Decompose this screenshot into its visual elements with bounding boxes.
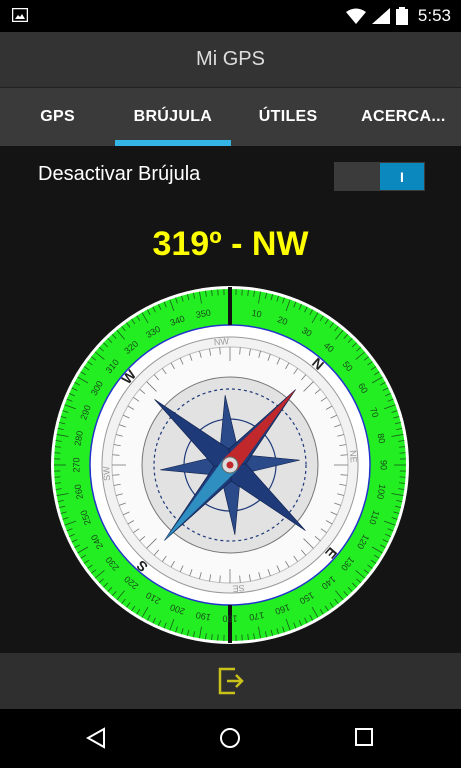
compass-toggle-label: Desactivar Brújula [38,163,201,185]
tab-utiles[interactable]: ÚTILES [231,88,346,146]
status-time: 5:53 [417,6,451,25]
compass-toggle-row: Desactivar Brújula I [0,147,461,205]
intercardinal-label: NE [348,450,359,463]
exit-icon[interactable] [217,666,245,696]
degree-label: 10 [251,308,263,320]
compass-toggle-switch[interactable]: I [334,162,425,191]
toggle-knob[interactable]: I [380,163,424,190]
back-icon[interactable] [85,727,107,749]
image-notification-icon [12,8,28,22]
tab-acerca[interactable]: ACERCA... [346,88,461,146]
degree-label: 180 [222,614,237,624]
tab-brujula[interactable]: BRÚJULA [115,88,231,146]
battery-icon [395,7,408,25]
recents-icon[interactable] [354,727,374,747]
intercardinal-label: NW [214,336,230,347]
degree-label: 90 [379,460,389,470]
wifi-icon [345,8,366,24]
signal-icon [371,8,390,24]
bottom-bar [0,653,461,709]
heading-readout: 319º - NW [152,225,309,263]
compass-dial: 1020304050607080901001101201301401501601… [51,286,409,644]
home-icon[interactable] [219,727,241,749]
tab-bar: GPS BRÚJULA ÚTILES ACERCA... [0,88,461,146]
app-title: Mi GPS [0,32,461,88]
intercardinal-label: SE [232,583,245,594]
degree-label: 80 [375,433,387,445]
intercardinal-label: SW [101,466,112,482]
status-bar: 5:53 [0,0,461,32]
navigation-bar [0,709,461,768]
degree-label: 270 [71,457,81,472]
tab-gps[interactable]: GPS [0,88,115,146]
needle-pivot-center [226,461,234,469]
